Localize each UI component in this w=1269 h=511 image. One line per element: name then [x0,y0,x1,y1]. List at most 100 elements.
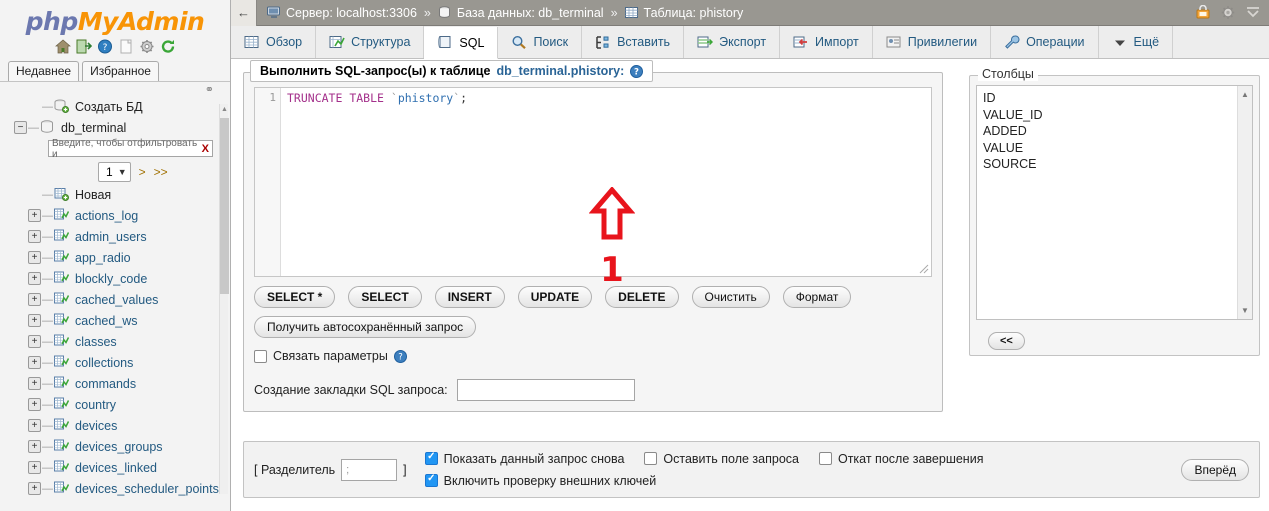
tree-expand-toggle[interactable]: + [28,293,41,306]
help-icon[interactable]: ? [630,64,644,78]
tree-item-table[interactable]: + — devices_groups [6,436,230,457]
logo[interactable]: phpMyAdmin [0,0,230,36]
tree-expand-toggle[interactable]: + [28,377,41,390]
bookmark-input[interactable] [456,379,635,401]
option-retain-query-box[interactable]: Оставить поле запроса [644,452,799,466]
tab-sql[interactable]: SQL [424,27,499,59]
scroll-up-icon[interactable]: ▲ [220,104,229,115]
column-item[interactable]: ADDED [983,123,1246,140]
option-rollback[interactable]: Откат после завершения [818,452,983,466]
sql-button-формат[interactable]: Формат [782,286,852,308]
tree-expand-toggle[interactable]: + [28,335,41,348]
back-button[interactable]: ← [231,0,257,26]
tree-item-new-table[interactable]: — Новая [6,184,230,205]
favorites-tab[interactable]: Избранное [82,61,159,81]
home-icon[interactable] [54,39,71,55]
tree-item-table[interactable]: + — cached_ws [6,310,230,331]
tree-item-table[interactable]: + — blockly_code [6,268,230,289]
tree-item-table[interactable]: + — admin_users [6,226,230,247]
exit-icon[interactable] [76,39,92,55]
tree-item-create-db[interactable]: — Создать БД [6,96,230,117]
breadcrumb-table[interactable]: Таблица: phistory [624,6,743,20]
tab-обзор[interactable]: Обзор [231,26,317,58]
sql-button-select[interactable]: SELECT [348,286,422,308]
tree-item-table[interactable]: + — devices [6,415,230,436]
scroll-down-icon[interactable]: ▼ [1241,306,1249,315]
tree-expand-toggle[interactable]: + [28,440,41,453]
tree-expand-toggle[interactable]: + [28,419,41,432]
bind-params-row[interactable]: Связать параметры ? [254,349,932,363]
settings-icon[interactable] [139,39,155,55]
sql-button-delete[interactable]: DELETE [605,286,679,308]
help-icon[interactable]: ? [393,349,407,363]
gear-icon[interactable] [1220,5,1236,21]
tree-expand-toggle[interactable]: + [28,314,41,327]
tree-item-table[interactable]: + — country [6,394,230,415]
column-item[interactable]: SOURCE [983,156,1246,173]
tab-вставить[interactable]: Вставить [582,26,685,58]
tab-ещё[interactable]: Ещё [1098,26,1174,58]
scroll-up-icon[interactable]: ▲ [1241,90,1249,99]
collapse-icon[interactable] [1245,5,1261,21]
option-foreign-key-check[interactable]: Включить проверку внешних ключей [424,473,656,488]
tree-expand-toggle[interactable]: + [28,251,41,264]
breadcrumb-database[interactable]: База данных: db_terminal [438,6,604,20]
columns-list[interactable]: ID VALUE_ID ADDED VALUE SOURCE ▲ ▼ [976,85,1253,320]
help-icon[interactable]: ? [97,39,113,55]
tab-операции[interactable]: Операции [991,26,1099,58]
foreign-key-check-checkbox[interactable] [424,473,438,487]
autosave-query-button[interactable]: Получить автосохранённый запрос [254,316,477,338]
tree-item-table[interactable]: + — actions_log [6,205,230,226]
tab-импорт[interactable]: Импорт [780,26,873,58]
column-item[interactable]: VALUE [983,140,1246,157]
tree-item-table[interactable]: + — devices_linked [6,457,230,478]
option-show-query[interactable]: Показать данный запрос снова [424,451,624,466]
insert-column-button[interactable]: << [988,332,1025,350]
column-item[interactable]: ID [983,90,1246,107]
tab-структура[interactable]: Структура [316,26,425,58]
bind-params-checkbox[interactable] [254,349,267,363]
columns-scrollbar[interactable]: ▲ ▼ [1237,86,1252,319]
docs-icon[interactable] [118,39,134,55]
tab-экспорт[interactable]: Экспорт [684,26,781,58]
refresh-icon[interactable] [160,39,176,55]
tree-expand-toggle[interactable]: + [28,230,41,243]
show-query-checkbox[interactable] [424,451,438,465]
tree-item-table[interactable]: + — cached_values [6,289,230,310]
sql-editor[interactable]: 1 TRUNCATE TABLE `phistory`; [254,87,932,277]
tree-item-database[interactable]: − — db_terminal [6,117,230,138]
recent-tab[interactable]: Недавнее [8,61,80,81]
retain-query-box-checkbox[interactable] [644,452,658,465]
column-item[interactable]: VALUE_ID [983,107,1246,124]
pager-last[interactable]: >> [154,165,168,179]
tree-expand-toggle[interactable]: + [28,272,41,285]
sql-button-insert[interactable]: INSERT [434,286,505,308]
pager-next[interactable]: > [139,165,146,179]
pin-icon[interactable]: ⚭ [205,83,214,96]
go-button[interactable]: Вперёд [1181,459,1249,481]
tab-привилегии[interactable]: Привилегии [872,26,992,58]
sql-button-очистить[interactable]: Очистить [691,286,770,308]
tree-item-table[interactable]: + — commands [6,373,230,394]
tree-expand-toggle[interactable]: + [28,482,41,495]
tree-expand-toggle[interactable]: + [28,461,41,474]
sql-button-update[interactable]: UPDATE [517,286,593,308]
page-select[interactable]: 1 ▼ [98,162,131,182]
resize-handle-icon[interactable] [918,263,929,274]
table-filter-input[interactable]: Введите, чтобы отфильтровать и X [48,138,213,160]
tree-collapse-toggle[interactable]: − [14,121,27,134]
sql-button-select-[interactable]: SELECT * [254,286,336,308]
tree-expand-toggle[interactable]: + [28,209,41,222]
tree-expand-toggle[interactable]: + [28,398,41,411]
tab-поиск[interactable]: Поиск [498,26,583,58]
tree-item-table[interactable]: + — app_radio [6,247,230,268]
tree-item-table[interactable]: + — devices_scheduler_points [6,478,230,499]
breadcrumb-server[interactable]: Сервер: localhost:3306 [267,6,417,20]
sidebar-scrollbar[interactable]: ▲ [219,104,229,494]
lock-icon[interactable] [1195,4,1211,21]
tree-item-table[interactable]: + — classes [6,331,230,352]
rollback-checkbox[interactable] [818,452,832,465]
delimiter-input[interactable] [341,458,398,481]
tree-item-table[interactable]: + — collections [6,352,230,373]
tree-expand-toggle[interactable]: + [28,356,41,369]
